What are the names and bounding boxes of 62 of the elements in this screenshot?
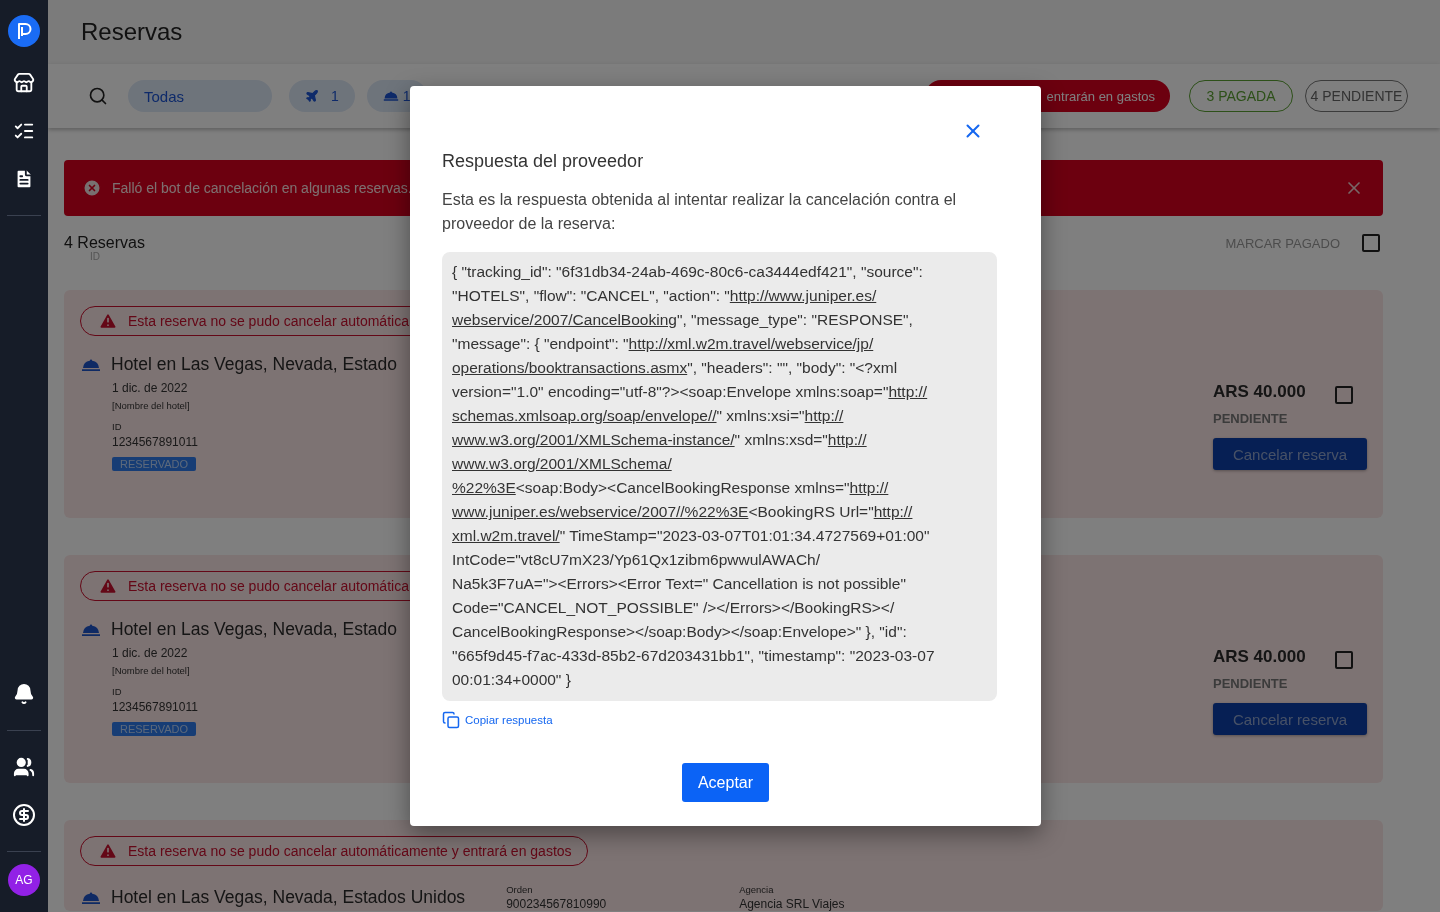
price: ARS 40.000	[1213, 382, 1306, 402]
id-label: ID	[112, 686, 123, 697]
id-label: ID	[112, 421, 123, 432]
room-service-bell-icon	[382, 90, 399, 102]
response-link[interactable]: http://www.juniper.es/	[729, 287, 877, 305]
reservation-count: 4 Reservas	[64, 234, 145, 252]
dialog-title: Respuesta del proveedor	[442, 151, 645, 173]
airplane-icon	[305, 89, 319, 103]
status-badge: RESERVADO	[112, 722, 197, 736]
response-link[interactable]: http://	[888, 383, 928, 401]
warning-text: Esta reserva no se pudo cancelar automática	[128, 578, 409, 594]
response-link[interactable]: webservice/2007/CancelBooking	[452, 311, 677, 329]
warning-icon	[98, 311, 118, 331]
error-icon	[82, 178, 102, 198]
response-link[interactable]: http://	[804, 407, 844, 425]
copy-icon	[442, 711, 460, 730]
response-link[interactable]: %22%3E	[452, 479, 516, 497]
copy-response-link[interactable]: Copiar respuesta	[442, 711, 553, 730]
select-checkbox[interactable]	[1334, 651, 1353, 669]
logo-icon[interactable]	[8, 15, 40, 47]
price: ARS 40.000	[1213, 647, 1306, 667]
response-text: { "tracking_id": "6f31db34-24ab-469c-80c6-ca3444edf421", "source": "HOTELS", "flow": "CANCEL", "action": "http://www.juniper.es/ webservice/2007/CancelBooking", "message_type": "RESPONSE", "message": { "endpoint": "http://xml.w2m.travel/webservice/jp/ operations/booktransactions.asmx", "headers": "", "body": "<?xml version="1.0" encoding="utf-8"?><soap:Envelope xmlns:soap="http:// schemas.xmlsoap.org/soap/envelope//" xmlns:xsi="http:// www.w3.org/2001/XMLSchema-instance/" xmlns:xsd="http:// www.w3.org/2001/XMLSchema/ %22%3E<soap:Body><CancelBookingResponse xmlns="http:// www.juniper.es/webservice/2007//%22%3E<BookingRS Url="http:// xml.w2m.travel/" TimeStamp="2023-03-07T01:01:34.4727569+01:00" IntCode="vt8cU7mX23/Yp61Qx1zibm6pwwulAWACh/ Na5k3F7uA="><Errors><Error Text=" Cancellation is not possible" Code="CANCEL_NOT_POSSIBLE" /></Errors></BookingRS></ CancelBookingResponse></soap:Body></soap:Envelope>" }, "id": "665f9d45-f7ac-433d-85b2-67d203431bb1", "timestamp": "2023-03-07 00:01:34+0000" }	[442, 252, 997, 702]
reservation-id: 1234567891011	[112, 435, 199, 449]
response-link[interactable]: http://	[849, 479, 889, 497]
room-service-bell-icon	[81, 622, 101, 637]
warning-icon	[98, 841, 118, 861]
order-number: 900234567810990	[506, 898, 608, 911]
payment-status: PENDIENTE	[1213, 411, 1289, 426]
error-message: Falló el bot de cancelación en algunas reservas.	[112, 180, 413, 196]
response-link[interactable]: www.juniper.es/webservice/2007//%22%3E	[452, 503, 749, 521]
room-service-bell-icon	[81, 357, 101, 372]
page-title: Reservas	[81, 18, 183, 46]
reservation-date: 1 dic. de 2022	[112, 646, 189, 660]
warning-icon	[98, 576, 118, 596]
warning-text: Esta reserva no se pudo cancelar automáticamente y entrará en gastos	[128, 843, 572, 859]
warning-text: Esta reserva no se pudo cancelar automática	[128, 313, 409, 329]
hotel-title: Hotel en Las Vegas, Nevada, Estados Unidos	[111, 887, 466, 908]
room-service-bell-icon	[81, 890, 101, 905]
mark-paid-checkbox[interactable]	[1362, 234, 1380, 252]
response-link[interactable]: www.w3.org/2001/XMLSchema-instance/	[452, 431, 735, 449]
reservation-id: 1234567891011	[112, 700, 199, 714]
payment-status: PENDIENTE	[1213, 676, 1289, 691]
response-link[interactable]: www.w3.org/2001/XMLSchema/	[452, 455, 672, 473]
agency-name: Agencia SRL Viajes	[739, 898, 846, 911]
response-link[interactable]: http://	[873, 503, 913, 521]
status-badge: RESERVADO	[112, 457, 197, 471]
response-link[interactable]: http://xml.w2m.travel/webservice/jp/	[628, 335, 874, 353]
response-link[interactable]: xml.w2m.travel/	[452, 527, 560, 545]
hotel-title: Hotel en Las Vegas, Nevada, Estado	[111, 619, 398, 640]
reservation-date: 1 dic. de 2022	[112, 381, 189, 395]
agency-label: Agencia	[739, 884, 775, 895]
response-link[interactable]: schemas.xmlsoap.org/soap/envelope//	[452, 407, 717, 425]
accept-button[interactable]: Aceptar	[681, 763, 770, 802]
hotel-name: [Nombre del hotel]	[112, 400, 191, 411]
hotel-name: [Nombre del hotel]	[112, 665, 191, 676]
select-checkbox[interactable]	[1334, 386, 1353, 404]
hotel-title: Hotel en Las Vegas, Nevada, Estado	[111, 354, 398, 375]
response-link[interactable]: http://	[827, 431, 867, 449]
order-label: Orden	[506, 884, 534, 895]
user-avatar[interactable]: AG	[8, 864, 40, 896]
response-link[interactable]: operations/booktransactions.asmx	[452, 359, 688, 377]
dialog-description: Esta es la respuesta obtenida al intentar realizar la cancelación contra el proveedor de la reserva:	[442, 190, 958, 235]
